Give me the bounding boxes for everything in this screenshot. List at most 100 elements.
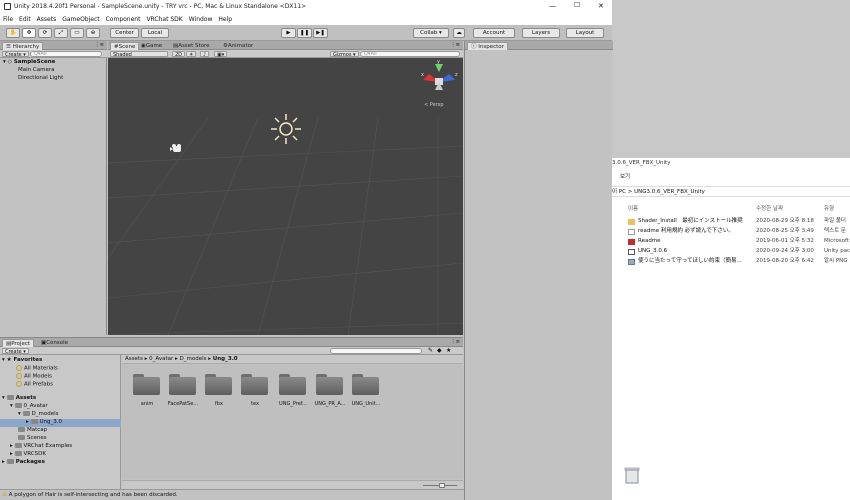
tab-inspector[interactable]: ⓘ Inspector <box>467 42 508 50</box>
address-path[interactable]: UNG3.0.6_VER_FBX_Unity <box>634 189 705 195</box>
move-tool-button[interactable]: ✥ <box>22 28 36 38</box>
minimize-button[interactable]: — <box>549 2 556 10</box>
layout-dropdown[interactable]: Layout <box>566 28 604 38</box>
column-name[interactable]: 이름 <box>628 204 638 212</box>
tree-folder-vrchat-examples[interactable]: ▸ VRChat Examples <box>10 443 72 449</box>
file-row[interactable]: UNG_3.0.6 2020-09-24 오후 3:00 Unity pac <box>628 247 850 256</box>
panel-menu-icon[interactable]: ⋮≡ <box>451 339 460 345</box>
pivot-center-button[interactable]: Center <box>110 28 139 38</box>
menu-assets[interactable]: Assets <box>34 14 60 23</box>
menu-component[interactable]: Component <box>103 14 144 23</box>
asset-folder-anim[interactable]: anim <box>129 374 165 414</box>
asset-folder-ung-prefab[interactable]: UNG_Pref... <box>275 374 311 414</box>
rotate-tool-button[interactable]: ⟳ <box>38 28 52 38</box>
orientation-gizmo[interactable]: y x z <box>418 60 460 100</box>
tree-folder-ung-3-selected[interactable]: ▸ Ung_3.0 <box>0 419 121 427</box>
pause-button[interactable]: ❚❚ <box>297 28 312 38</box>
packages-root[interactable]: ▸ Packages <box>2 459 45 465</box>
file-row[interactable]: Readme 2019-06-01 오후 5:32 Microsoft <box>628 237 850 246</box>
asset-folder-ung-pr-a[interactable]: UNG_PR_A... <box>312 374 348 414</box>
menu-file[interactable]: File <box>0 14 16 23</box>
address-prefix[interactable]: 이 PC <box>612 189 626 195</box>
lighting-toggle-icon[interactable]: ☀ <box>186 51 197 58</box>
scale-tool-button[interactable]: ⤢ <box>54 28 68 38</box>
gizmos-dropdown[interactable]: Gizmos ▾ <box>330 51 359 58</box>
address-bar[interactable]: 이 PC > UNG3.0.6_VER_FBX_Unity <box>612 186 850 197</box>
layers-dropdown[interactable]: Layers <box>522 28 560 38</box>
tab-hierarchy[interactable]: ☰ Hierarchy <box>2 42 44 50</box>
menu-help[interactable]: Help <box>215 14 235 23</box>
file-row[interactable]: 使うに当たって守ってほしい約束（簡易... 2019-08-20 오후 6:42… <box>628 257 850 266</box>
tree-folder-matcap[interactable]: Matcap <box>18 427 47 433</box>
directional-light-icon[interactable] <box>269 112 303 146</box>
scene-row[interactable]: ▾ ◇ SampleScene <box>3 59 107 65</box>
tree-folder-0-avatar[interactable]: ▾ 0_Avatar <box>10 403 48 409</box>
hand-tool-button[interactable]: ✋ <box>6 28 20 38</box>
gizmo-y-label: y <box>437 60 440 65</box>
status-bar[interactable]: ⚠ A polygon of Hair is self-intersecting… <box>0 489 464 500</box>
tab-scene[interactable]: #Scene <box>110 42 140 50</box>
file-row[interactable]: readme 利用規約 必ず読んで下さい。 2020-08-25 오후 3:49… <box>628 227 850 236</box>
breadcrumb-d-models[interactable]: D_models <box>180 356 207 362</box>
tab-game[interactable]: ◉Game <box>138 42 165 50</box>
scene-viewport[interactable]: y x z < Persp <box>108 58 463 335</box>
scene-search-input[interactable]: Q▾All <box>360 51 460 57</box>
project-search-input[interactable] <box>330 348 422 354</box>
shading-mode-dropdown[interactable]: Shaded <box>110 51 168 58</box>
project-create-button[interactable]: Create ▾ <box>2 348 29 355</box>
panel-menu-icon[interactable]: ⋮≡ <box>451 42 460 48</box>
filter-by-label-icon[interactable]: ◆ <box>437 347 442 354</box>
rect-tool-button[interactable]: ▭ <box>70 28 84 38</box>
favorite-all-models[interactable]: All Models <box>16 373 52 380</box>
favorite-all-prefabs[interactable]: All Prefabs <box>16 381 53 388</box>
ribbon-view-tab[interactable]: 보기 <box>620 172 630 180</box>
tab-console[interactable]: ▣Console <box>38 339 71 347</box>
asset-folder-ung-unity[interactable]: UNG_Unit... <box>348 374 384 414</box>
menu-edit[interactable]: Edit <box>16 14 34 23</box>
breadcrumb-0-avatar[interactable]: 0_Avatar <box>149 356 173 362</box>
asset-folder-facepatset[interactable]: FacePatSe... <box>165 374 201 414</box>
tab-asset-store[interactable]: ▤Asset Store <box>170 42 213 50</box>
tree-folder-scenes[interactable]: Scenes <box>18 435 47 441</box>
menu-window[interactable]: Window <box>186 14 216 23</box>
panel-menu-icon[interactable]: ⋮≡ <box>95 42 104 48</box>
hierarchy-create-button[interactable]: Create ▾ <box>2 51 29 58</box>
pivot-local-button[interactable]: Local <box>141 28 169 38</box>
close-button[interactable]: ✕ <box>598 2 604 10</box>
column-type[interactable]: 유형 <box>824 204 834 212</box>
hierarchy-item-directional-light[interactable]: Directional Light <box>18 75 63 81</box>
file-row[interactable]: Shader_Install 最初にインストール推奨 2020-08-29 오후… <box>628 217 850 226</box>
transform-tool-button[interactable]: ⊕ <box>86 28 100 38</box>
persp-label[interactable]: < Persp <box>424 102 444 108</box>
column-date-modified[interactable]: 수정한 날짜 <box>756 204 783 212</box>
collab-button[interactable]: Collab ▾ <box>413 28 449 38</box>
assets-root[interactable]: ▾ Assets <box>2 395 36 401</box>
menu-vrchat-sdk[interactable]: VRChat SDK <box>143 14 185 23</box>
camera-icon[interactable] <box>170 144 184 154</box>
hierarchy-search-input[interactable]: Q▾All <box>30 51 102 57</box>
effects-dropdown-icon[interactable]: ▣▾ <box>214 51 228 58</box>
filter-by-type-icon[interactable]: ✎ <box>428 347 433 354</box>
icon-size-slider-handle[interactable] <box>439 483 445 488</box>
asset-folder-tex[interactable]: tex <box>237 374 273 414</box>
cloud-icon[interactable]: ☁ <box>453 28 465 38</box>
favorite-all-materials[interactable]: All Materials <box>16 365 58 372</box>
step-button[interactable]: ▶❚ <box>313 28 328 38</box>
tab-animator[interactable]: ⚙Animator <box>220 42 256 50</box>
recycle-bin-icon[interactable] <box>624 466 640 484</box>
tab-project[interactable]: ▤Project <box>2 339 35 347</box>
breadcrumb-ung-3[interactable]: Ung_3.0 <box>213 356 238 362</box>
favorite-star-icon[interactable]: ★ <box>446 347 451 354</box>
tree-folder-vrcsdk[interactable]: ▸ VRCSDK <box>10 451 46 457</box>
account-dropdown[interactable]: Account <box>473 28 515 38</box>
asset-folder-fbx[interactable]: fbx <box>201 374 237 414</box>
maximize-button[interactable]: ☐ <box>574 1 580 9</box>
breadcrumb-assets[interactable]: Assets <box>125 356 143 362</box>
2d-toggle[interactable]: 2D <box>172 51 186 58</box>
audio-toggle-icon[interactable]: ♪ <box>200 51 210 58</box>
tree-folder-d-models[interactable]: ▾ D_models <box>18 411 59 417</box>
play-button[interactable]: ▶ <box>281 28 296 38</box>
hierarchy-item-main-camera[interactable]: Main Camera <box>18 67 54 73</box>
menu-gameobject[interactable]: GameObject <box>59 14 102 23</box>
favorites-section[interactable]: ▾ ★ Favorites <box>2 357 42 363</box>
